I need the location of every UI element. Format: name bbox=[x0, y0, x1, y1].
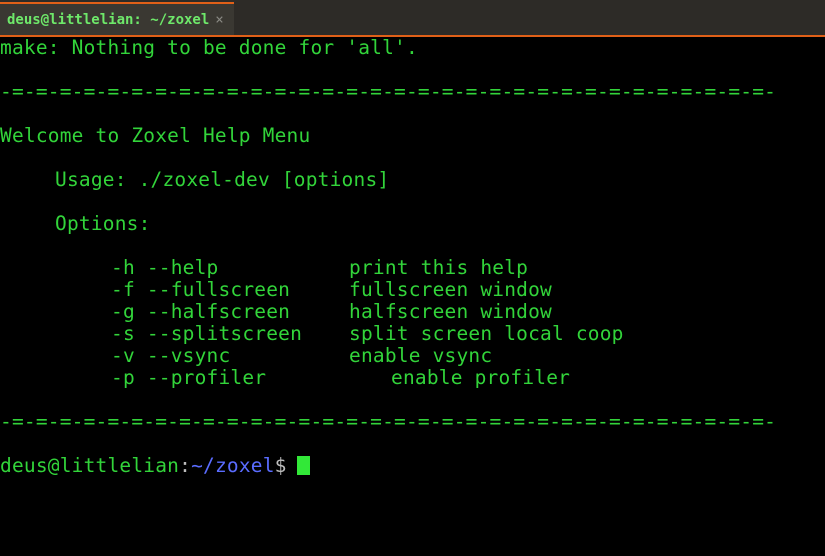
tab-terminal[interactable]: deus@littlelian: ~/zoxel × bbox=[0, 2, 234, 35]
prompt-path: ~/zoxel bbox=[191, 454, 275, 477]
welcome-line: Welcome to Zoxel Help Menu bbox=[0, 124, 311, 147]
terminal-window: deus@littlelian: ~/zoxel × make: Nothing… bbox=[0, 0, 825, 556]
options-header: Options: bbox=[55, 212, 151, 235]
separator-line: -=-=-=-=-=-=-=-=-=-=-=-=-=-=-=-=-=-=-=-=… bbox=[0, 80, 777, 103]
close-icon[interactable]: × bbox=[215, 13, 223, 27]
prompt-separator: : bbox=[179, 454, 192, 477]
usage-line: Usage: ./zoxel-dev [options] bbox=[55, 168, 390, 191]
tab-title: deus@littlelian: ~/zoxel bbox=[7, 11, 210, 28]
option-row-splitscreen: -s --splitscreen split screen local coop bbox=[0, 323, 825, 345]
tab-bar: deus@littlelian: ~/zoxel × bbox=[0, 0, 825, 37]
option-row-profiler: -p --profiler enable profiler bbox=[0, 367, 825, 389]
option-flag: -s --splitscreen bbox=[111, 322, 303, 345]
option-row-fullscreen: -f --fullscreen fullscreen window bbox=[0, 279, 825, 301]
option-description: fullscreen window bbox=[349, 278, 552, 301]
option-row-help: -h --help print this help bbox=[0, 257, 825, 279]
prompt-user-host: deus@littlelian bbox=[0, 454, 180, 477]
option-description: halfscreen window bbox=[349, 300, 552, 323]
option-flag: -f --fullscreen bbox=[111, 278, 291, 301]
option-description: split screen local coop bbox=[349, 322, 624, 345]
shell-prompt[interactable]: deus@littlelian:~/zoxel$ bbox=[0, 455, 825, 477]
option-flag: -v --vsync bbox=[111, 344, 231, 367]
option-row-halfscreen: -g --halfscreen halfscreen window bbox=[0, 301, 825, 323]
option-flag: -p --profiler bbox=[111, 366, 267, 389]
terminal-output[interactable]: make: Nothing to be done for 'all'. -=-=… bbox=[0, 37, 825, 556]
option-row-vsync: -v --vsync enable vsync bbox=[0, 345, 825, 367]
make-output-line: make: Nothing to be done for 'all'. bbox=[0, 36, 418, 59]
option-flag: -g --halfscreen bbox=[111, 300, 291, 323]
separator-line: -=-=-=-=-=-=-=-=-=-=-=-=-=-=-=-=-=-=-=-=… bbox=[0, 410, 777, 433]
prompt-symbol: $ bbox=[274, 454, 287, 477]
option-description: print this help bbox=[349, 256, 529, 279]
option-flag: -h --help bbox=[111, 256, 219, 279]
option-description: enable vsync bbox=[349, 344, 493, 367]
option-description: enable profiler bbox=[391, 366, 571, 389]
text-cursor[interactable] bbox=[296, 456, 310, 475]
